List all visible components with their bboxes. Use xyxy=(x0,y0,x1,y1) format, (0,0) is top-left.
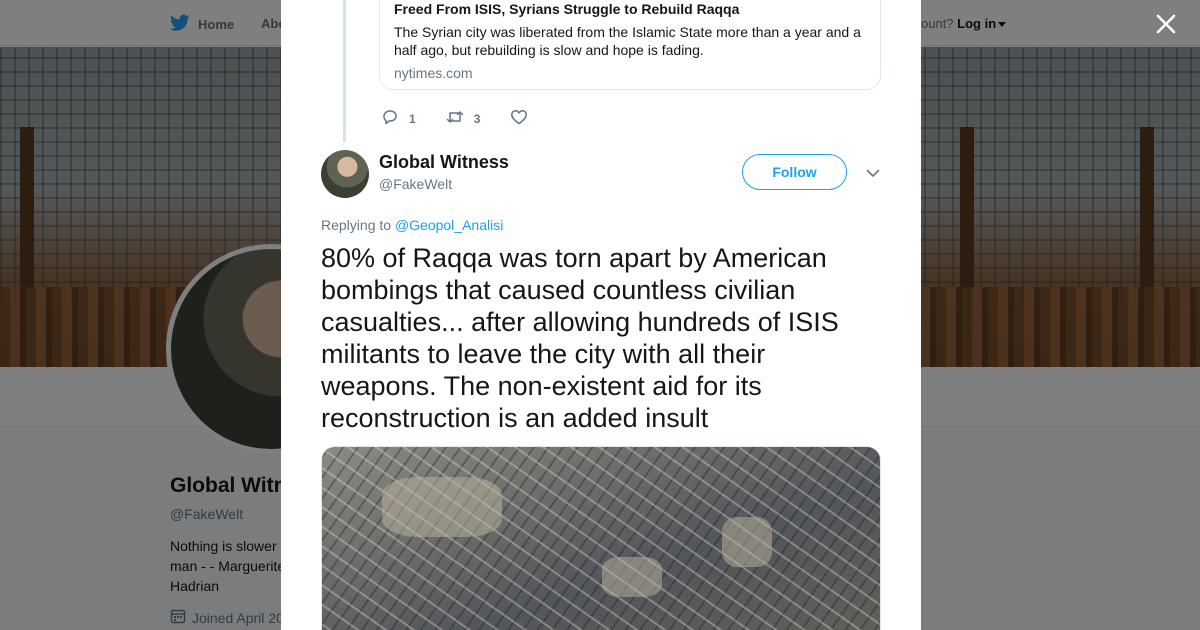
link-preview-card[interactable]: Freed From ISIS, Syrians Struggle to Reb… xyxy=(379,0,881,90)
aerial-image-texture xyxy=(322,447,880,630)
reply-button[interactable]: 1 xyxy=(381,108,416,129)
heart-icon xyxy=(510,108,528,129)
tweet-media-image[interactable] xyxy=(321,446,881,630)
close-icon xyxy=(1154,14,1178,40)
replying-to-line: Replying to @Geopol_Analisi xyxy=(321,217,503,233)
link-card-title: Freed From ISIS, Syrians Struggle to Reb… xyxy=(394,1,740,17)
aerial-image-block xyxy=(382,477,502,537)
reply-icon xyxy=(381,108,399,129)
tweet-modal: Freed From ISIS, Syrians Struggle to Reb… xyxy=(281,0,921,630)
retweet-count: 3 xyxy=(473,111,481,126)
reply-count: 1 xyxy=(409,111,416,126)
replying-prefix: Replying to xyxy=(321,217,392,233)
tweet-author-handle[interactable]: @FakeWelt xyxy=(379,176,452,192)
thread-connector-line xyxy=(343,0,346,142)
tweet-author-avatar[interactable] xyxy=(321,150,369,198)
link-card-description: The Syrian city was liberated from the I… xyxy=(394,24,861,58)
tweet-more-menu[interactable] xyxy=(865,165,881,181)
replying-to-link[interactable]: @Geopol_Analisi xyxy=(395,217,503,233)
link-card-domain: nytimes.com xyxy=(394,65,473,81)
close-button[interactable] xyxy=(1154,12,1178,36)
aerial-image-block xyxy=(602,557,662,597)
retweet-icon xyxy=(446,108,464,129)
aerial-image-block xyxy=(722,517,772,567)
follow-button[interactable]: Follow xyxy=(742,154,847,190)
tweet-author-name[interactable]: Global Witness xyxy=(379,152,509,173)
chevron-down-icon xyxy=(865,168,881,185)
tweet-actions: 1 3 xyxy=(381,108,558,129)
retweet-button[interactable]: 3 xyxy=(446,108,481,129)
tweet-text: 80% of Raqqa was torn apart by American … xyxy=(321,243,839,433)
like-button[interactable] xyxy=(510,108,528,129)
